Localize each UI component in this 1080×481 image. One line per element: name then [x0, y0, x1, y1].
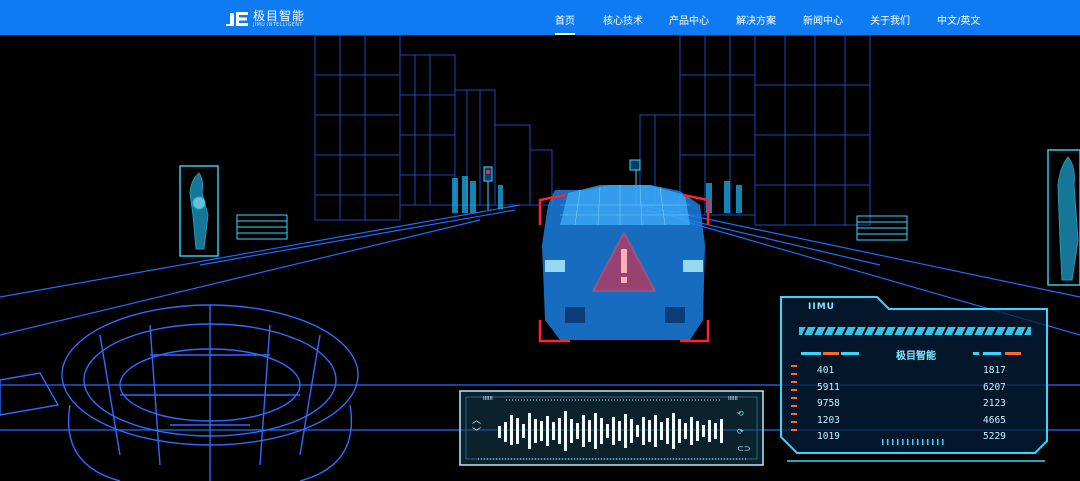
- top-navbar: 极目智能 JIMU INTELLIGENT 首页 核心技术 产品中心 解决方案 …: [0, 0, 1080, 35]
- wave-tag-right: IIIIII: [728, 396, 738, 402]
- pedestrian-left: [179, 165, 219, 257]
- hero-banner: IIMU 极目智能 401 5911 9758 1203 1019 1817 6…: [0, 35, 1080, 481]
- hud-value: 5911: [817, 381, 840, 393]
- hud-value: 9758: [817, 398, 840, 410]
- main-nav: 首页 核心技术 产品中心 解决方案 新闻中心 关于我们 中文/英文: [0, 0, 1080, 35]
- hud-value: 401: [817, 365, 835, 376]
- page: 极目智能 JIMU INTELLIGENT 首页 核心技术 产品中心 解决方案 …: [0, 0, 1080, 481]
- hud-value: 1817: [983, 365, 1006, 376]
- waveform-panel: IIIIII IIIIII ︿ ﹀ ⟲ ⟳ ⊂⊃: [458, 389, 765, 467]
- nav-item-home[interactable]: 首页: [555, 12, 575, 35]
- steering-wheel: [0, 304, 359, 481]
- waveform-frame: [459, 390, 764, 466]
- nav-item-core-tech[interactable]: 核心技术: [603, 12, 643, 27]
- bench-right: [856, 215, 908, 241]
- hud-tag: IIMU: [808, 302, 835, 312]
- nav-item-solutions[interactable]: 解决方案: [736, 12, 776, 27]
- hud-right-values: 1817 6207 2123 4665 5229: [983, 363, 1006, 446]
- hud-value: 5229: [983, 431, 1006, 443]
- pedestrian-group-right: [706, 181, 742, 213]
- left-buildings: [314, 35, 553, 221]
- wave-tag-left: IIIIII: [483, 396, 493, 402]
- hud-value: 4665: [983, 414, 1006, 426]
- hud-stats-panel: IIMU 极目智能 401 5911 9758 1203 1019 1817 6…: [777, 291, 1055, 469]
- wave-down-button[interactable]: ﹀: [472, 429, 481, 438]
- refresh-icon: ⟳: [737, 427, 744, 436]
- hud-title: 极目智能: [896, 351, 936, 362]
- link-icon: ⟲: [737, 409, 744, 418]
- bench-left: [236, 214, 288, 240]
- hud-value: 6207: [983, 381, 1006, 393]
- hud-value: 2123: [983, 398, 1006, 410]
- chain-icon: ⊂⊃: [737, 444, 751, 453]
- wave-up-button[interactable]: ︿: [472, 417, 481, 426]
- nav-item-about[interactable]: 关于我们: [870, 12, 910, 27]
- pedestrian-right: [1047, 149, 1080, 286]
- hud-value: 1203: [817, 414, 840, 426]
- nav-item-news[interactable]: 新闻中心: [803, 12, 843, 27]
- nav-item-language[interactable]: 中文/英文: [937, 12, 980, 27]
- hud-value: 1019: [817, 431, 840, 443]
- nav-item-products[interactable]: 产品中心: [669, 12, 709, 27]
- hud-left-values: 401 5911 9758 1203 1019: [817, 363, 840, 446]
